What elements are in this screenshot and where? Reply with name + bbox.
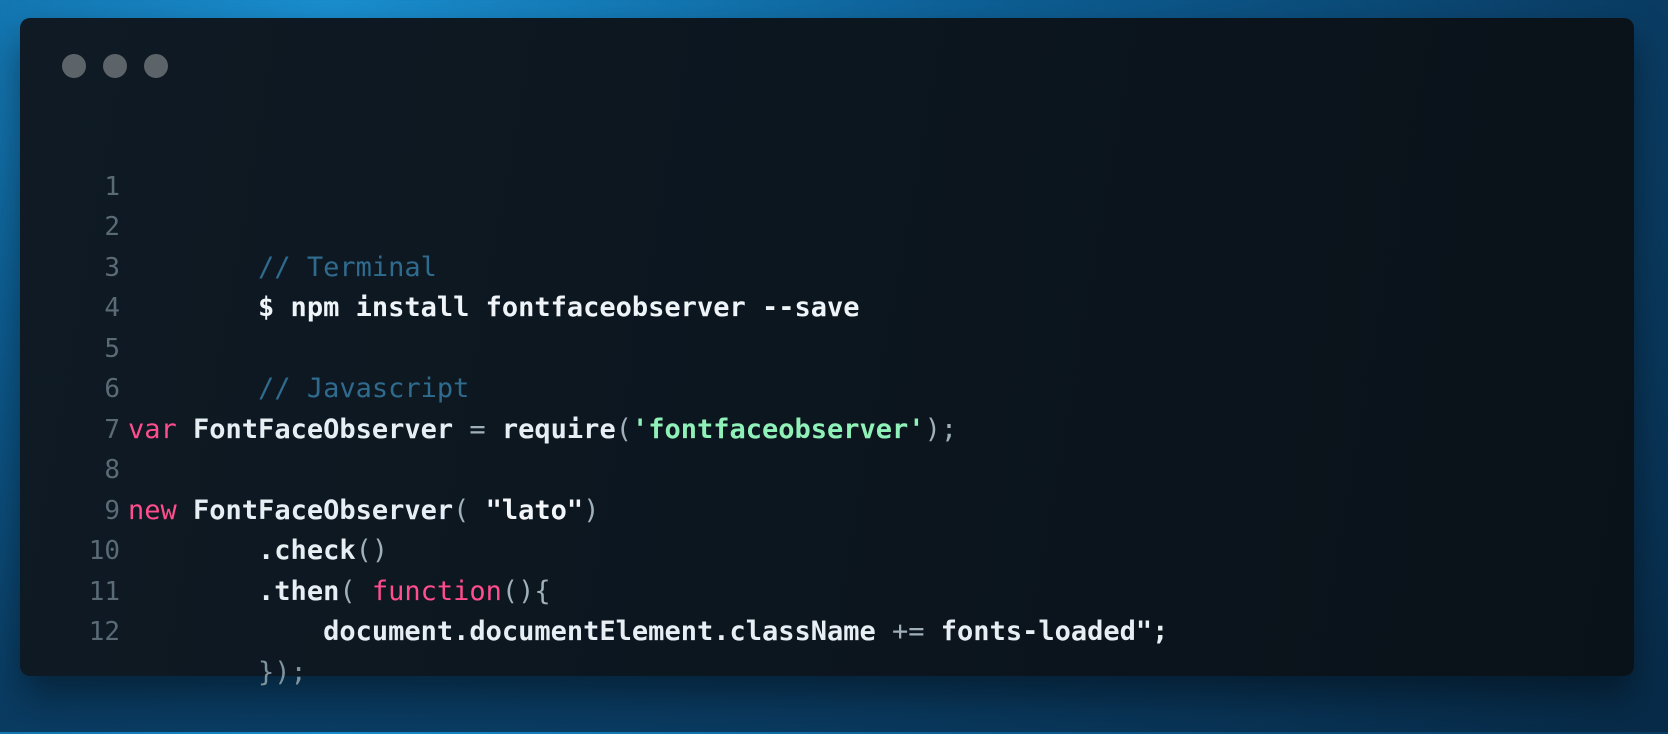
- minimize-dot-icon[interactable]: [103, 54, 127, 78]
- code-window: 1 // Terminal 2 $ npm install fontfaceob…: [20, 18, 1634, 688]
- code-line: 10 .then( function(){: [20, 491, 1634, 607]
- code-line: 4 // Javascript: [20, 248, 1634, 404]
- line-content: document.documentElement.className += fo…: [128, 612, 1168, 653]
- line-number: 12: [88, 617, 120, 647]
- code-line: 2 $ npm install fontfaceobserver --save: [20, 167, 1634, 323]
- line-content: });: [128, 653, 307, 694]
- code-line: 11 document.documentElement.className +=…: [20, 531, 1634, 648]
- code-line: 7: [20, 369, 1634, 445]
- close-dot-icon[interactable]: [62, 54, 86, 78]
- code-block: 1 // Terminal 2 $ npm install fontfaceob…: [20, 126, 1634, 688]
- window-controls: [62, 54, 168, 78]
- assigned-value: fonts-loaded";: [940, 616, 1169, 647]
- code-line: 3: [20, 207, 1634, 283]
- code-line: 5: [20, 288, 1634, 364]
- maximize-dot-icon[interactable]: [144, 54, 168, 78]
- closing-brace: });: [258, 656, 307, 688]
- code-line: 1 // Terminal: [20, 126, 1634, 283]
- code-line: 9 .check(): [20, 450, 1634, 567]
- code-line: 6 var FontFaceObserver = require('fontfa…: [20, 329, 1634, 445]
- operator: +=: [875, 616, 941, 647]
- code-line: 12 });: [20, 572, 1634, 688]
- expression: document.documentElement.className: [323, 616, 876, 647]
- code-line: 8 new FontFaceObserver( "lato"): [20, 410, 1634, 526]
